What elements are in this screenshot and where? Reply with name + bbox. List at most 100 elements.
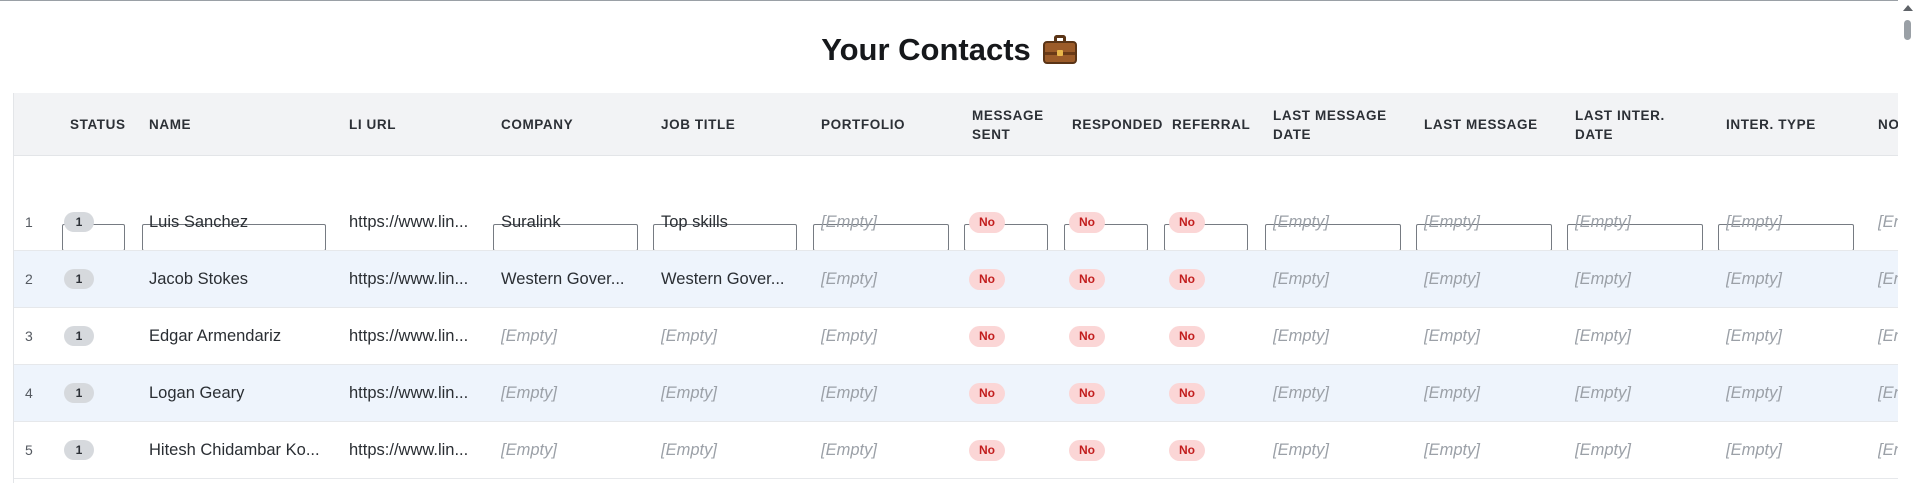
status-badge[interactable]: 1	[64, 269, 94, 289]
referral-badge[interactable]: No	[1169, 268, 1205, 290]
name-cell[interactable]: Edgar Armendariz	[149, 308, 329, 364]
contacts-table: STATUS NAME LI URL COMPANY JOB TITLE POR…	[13, 93, 1902, 483]
referral-cell: No	[1169, 422, 1249, 478]
responded-cell: No	[1069, 365, 1149, 421]
job-title-cell[interactable]: Western Gover...	[661, 251, 806, 307]
company-cell[interactable]: Western Gover...	[501, 251, 646, 307]
last-inter-date-cell[interactable]: [Empty]	[1575, 308, 1705, 364]
responded-cell: No	[1069, 308, 1149, 364]
name-cell[interactable]: Luis Sanchez	[149, 194, 329, 250]
page-scrollbar[interactable]	[1898, 0, 1917, 483]
referral-badge[interactable]: No	[1169, 325, 1205, 347]
row-index: 5	[25, 442, 33, 458]
header-message-sent[interactable]: MESSAGE SENT	[972, 93, 1057, 156]
header-inter-type[interactable]: INTER. TYPE	[1726, 93, 1856, 156]
company-cell[interactable]: [Empty]	[501, 422, 646, 478]
scrollbar-thumb[interactable]	[1904, 20, 1911, 40]
portfolio-cell[interactable]: [Empty]	[821, 365, 951, 421]
status-badge[interactable]: 1	[64, 326, 94, 346]
inter-type-cell[interactable]: [Empty]	[1726, 194, 1856, 250]
li-url-cell[interactable]: https://www.lin...	[349, 194, 479, 250]
last-message-date-cell[interactable]: [Empty]	[1273, 251, 1403, 307]
status-badge[interactable]: 1	[64, 212, 94, 232]
responded-badge[interactable]: No	[1069, 268, 1105, 290]
message-sent-badge[interactable]: No	[969, 439, 1005, 461]
last-message-cell[interactable]: [Empty]	[1424, 251, 1554, 307]
last-inter-date-cell[interactable]: [Empty]	[1575, 365, 1705, 421]
table-row[interactable]: 1 1 Luis Sanchez https://www.lin... Sura…	[14, 194, 1902, 251]
header-last-inter-date[interactable]: LAST INTER. DATE	[1575, 93, 1685, 156]
status-cell: 1	[64, 365, 124, 421]
referral-badge[interactable]: No	[1169, 211, 1205, 233]
job-title-cell[interactable]: Top skills	[661, 194, 806, 250]
header-last-message[interactable]: LAST MESSAGE	[1424, 93, 1554, 156]
table-row[interactable]: 2 1 Jacob Stokes https://www.lin... West…	[14, 251, 1902, 308]
last-message-cell[interactable]: [Empty]	[1424, 422, 1554, 478]
li-url-cell[interactable]: https://www.lin...	[349, 422, 479, 478]
last-message-date-cell[interactable]: [Empty]	[1273, 308, 1403, 364]
page-title-text: Your Contacts	[821, 32, 1031, 67]
message-sent-cell: No	[969, 422, 1049, 478]
row-index: 1	[25, 214, 33, 230]
header-last-message-date[interactable]: LAST MESSAGE DATE	[1273, 93, 1408, 156]
responded-badge[interactable]: No	[1069, 382, 1105, 404]
name-cell[interactable]: Jacob Stokes	[149, 251, 329, 307]
scroll-up-arrow-icon[interactable]	[1903, 5, 1913, 11]
status-badge[interactable]: 1	[64, 440, 94, 460]
portfolio-cell[interactable]: [Empty]	[821, 251, 951, 307]
last-message-cell[interactable]: [Empty]	[1424, 308, 1554, 364]
table-row[interactable]: 4 1 Logan Geary https://www.lin... [Empt…	[14, 365, 1902, 422]
header-referral[interactable]: REFERRAL	[1172, 93, 1267, 156]
company-cell[interactable]: [Empty]	[501, 308, 646, 364]
last-message-cell[interactable]: [Empty]	[1424, 365, 1554, 421]
inter-type-cell[interactable]: [Empty]	[1726, 365, 1856, 421]
page-title: Your Contacts	[0, 32, 1898, 68]
briefcase-icon	[1042, 34, 1077, 64]
last-message-date-cell[interactable]: [Empty]	[1273, 365, 1403, 421]
last-inter-date-cell[interactable]: [Empty]	[1575, 251, 1705, 307]
header-job-title[interactable]: JOB TITLE	[661, 93, 801, 156]
company-cell[interactable]: Suralink	[501, 194, 646, 250]
name-cell[interactable]: Logan Geary	[149, 365, 329, 421]
last-inter-date-cell[interactable]: [Empty]	[1575, 194, 1705, 250]
responded-badge[interactable]: No	[1069, 325, 1105, 347]
referral-badge[interactable]: No	[1169, 382, 1205, 404]
message-sent-badge[interactable]: No	[969, 268, 1005, 290]
header-company[interactable]: COMPANY	[501, 93, 641, 156]
li-url-cell[interactable]: https://www.lin...	[349, 308, 479, 364]
message-sent-badge[interactable]: No	[969, 382, 1005, 404]
responded-badge[interactable]: No	[1069, 211, 1105, 233]
table-row[interactable]: 3 1 Edgar Armendariz https://www.lin... …	[14, 308, 1902, 365]
header-li-url[interactable]: LI URL	[349, 93, 469, 156]
company-cell[interactable]: [Empty]	[501, 365, 646, 421]
header-responded[interactable]: RESPONDED	[1072, 93, 1182, 156]
status-badge[interactable]: 1	[64, 383, 94, 403]
header-status[interactable]: STATUS	[70, 93, 136, 156]
portfolio-cell[interactable]: [Empty]	[821, 308, 951, 364]
header-portfolio[interactable]: PORTFOLIO	[821, 93, 951, 156]
portfolio-cell[interactable]: [Empty]	[821, 194, 951, 250]
job-title-cell[interactable]: [Empty]	[661, 308, 806, 364]
li-url-cell[interactable]: https://www.lin...	[349, 251, 479, 307]
name-cell[interactable]: Hitesh Chidambar Ko...	[149, 422, 329, 478]
last-message-date-cell[interactable]: [Empty]	[1273, 194, 1403, 250]
portfolio-cell[interactable]: [Empty]	[821, 422, 951, 478]
responded-cell: No	[1069, 194, 1149, 250]
message-sent-badge[interactable]: No	[969, 211, 1005, 233]
last-message-date-cell[interactable]: [Empty]	[1273, 422, 1403, 478]
row-index: 4	[25, 385, 33, 401]
referral-badge[interactable]: No	[1169, 439, 1205, 461]
responded-badge[interactable]: No	[1069, 439, 1105, 461]
inter-type-cell[interactable]: [Empty]	[1726, 251, 1856, 307]
last-inter-date-cell[interactable]: [Empty]	[1575, 422, 1705, 478]
header-name[interactable]: NAME	[149, 93, 299, 156]
job-title-cell[interactable]: [Empty]	[661, 365, 806, 421]
inter-type-cell[interactable]: [Empty]	[1726, 422, 1856, 478]
last-message-cell[interactable]: [Empty]	[1424, 194, 1554, 250]
job-title-cell[interactable]: [Empty]	[661, 422, 806, 478]
inter-type-cell[interactable]: [Empty]	[1726, 308, 1856, 364]
referral-cell: No	[1169, 365, 1249, 421]
table-row[interactable]: 5 1 Hitesh Chidambar Ko... https://www.l…	[14, 422, 1902, 479]
li-url-cell[interactable]: https://www.lin...	[349, 365, 479, 421]
message-sent-badge[interactable]: No	[969, 325, 1005, 347]
